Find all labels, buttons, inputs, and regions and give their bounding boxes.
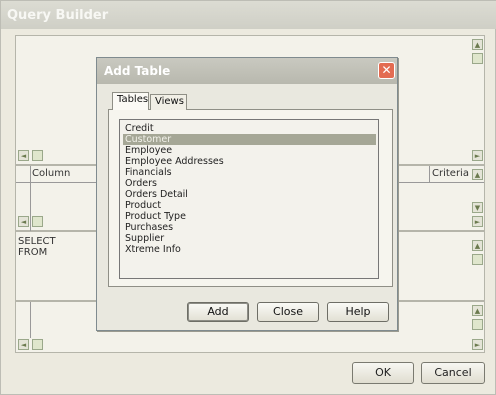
scroll-right-icon[interactable]: ► [472,339,483,350]
grid-divider [30,302,31,338]
column-header: Column [32,168,71,179]
vertical-scroll-thumb[interactable] [472,53,483,64]
cancel-button[interactable]: Cancel [421,362,485,384]
list-item[interactable]: Product Type [123,211,376,222]
add-table-dialog: Add Table ✕ Tables Views Credit Customer… [96,57,398,331]
help-button[interactable]: Help [327,302,389,322]
dialog-title: Add Table [97,58,397,84]
list-item[interactable]: Customer [123,134,376,145]
list-item[interactable]: Purchases [123,222,376,233]
horizontal-scroll-thumb[interactable] [32,339,43,350]
table-list[interactable]: Credit Customer Employee Employee Addres… [119,119,379,279]
scroll-right-icon[interactable]: ► [472,216,483,227]
list-item[interactable]: Financials [123,167,376,178]
list-item[interactable]: Employee Addresses [123,156,376,167]
horizontal-scroll-thumb[interactable] [32,216,43,227]
scroll-left-icon[interactable]: ◄ [18,150,29,161]
list-item[interactable]: Product [123,200,376,211]
list-item[interactable]: Employee [123,145,376,156]
close-icon[interactable]: ✕ [378,62,395,79]
scroll-up-icon[interactable]: ▲ [472,169,483,180]
criteria-header: Criteria [432,168,469,179]
sql-select-line: SELECT [18,236,56,247]
scroll-down-icon[interactable]: ▼ [472,202,483,213]
scroll-left-icon[interactable]: ◄ [18,339,29,350]
scroll-left-icon[interactable]: ◄ [18,216,29,227]
list-item[interactable]: Supplier [123,233,376,244]
sql-from-line: FROM [18,247,48,258]
scroll-right-icon[interactable]: ► [472,150,483,161]
list-item[interactable]: Xtreme Info [123,244,376,255]
list-item[interactable]: Orders Detail [123,189,376,200]
horizontal-scroll-thumb[interactable] [32,150,43,161]
tab-views[interactable]: Views [150,94,187,110]
ok-button[interactable]: OK [352,362,414,384]
list-item[interactable]: Credit [123,123,376,134]
close-button[interactable]: Close [257,302,319,322]
scroll-up-icon[interactable]: ▲ [472,39,483,50]
grid-divider [429,166,430,182]
scroll-up-icon[interactable]: ▲ [472,305,483,316]
vertical-scroll-thumb[interactable] [472,254,483,265]
add-button[interactable]: Add [187,302,249,322]
scroll-up-icon[interactable]: ▲ [472,240,483,251]
query-builder-title: Query Builder [1,1,496,29]
grid-divider [30,166,31,232]
vertical-scroll-thumb[interactable] [472,319,483,330]
list-item[interactable]: Orders [123,178,376,189]
tab-tables[interactable]: Tables [112,92,149,110]
